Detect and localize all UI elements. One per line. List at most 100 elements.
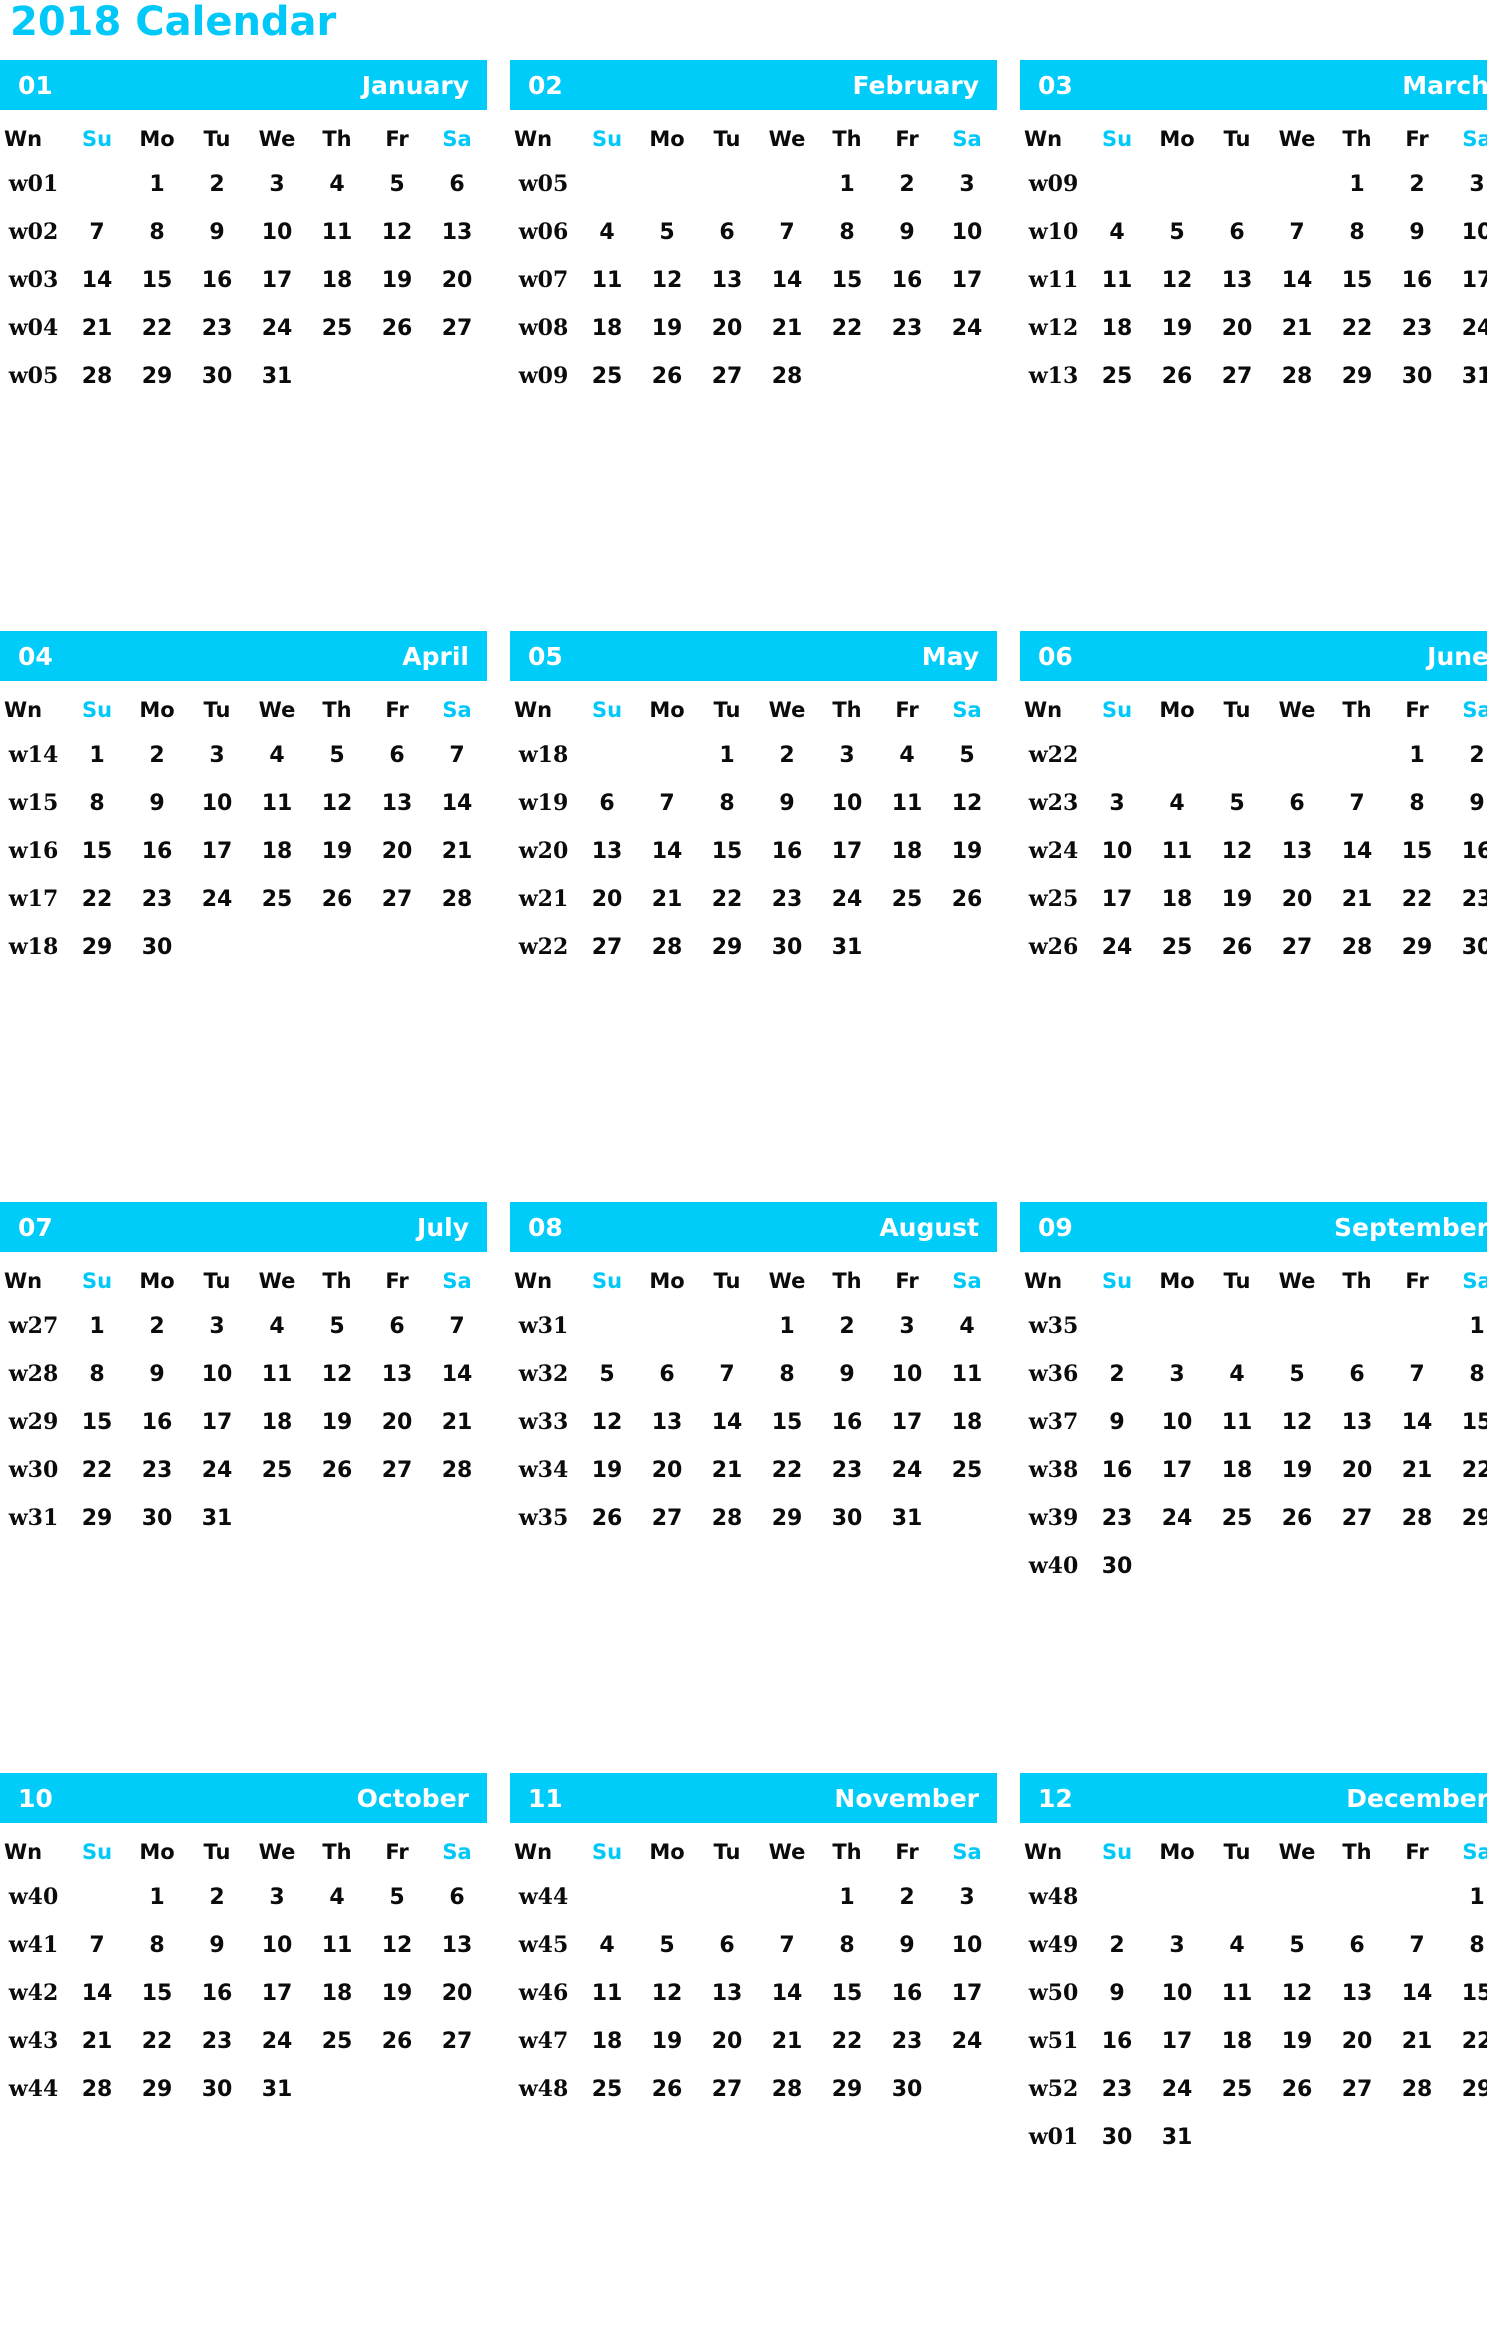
day-cell[interactable]: 19 [1267, 1446, 1327, 1494]
day-cell[interactable]: 28 [1267, 352, 1327, 400]
day-cell[interactable]: 26 [1147, 352, 1207, 400]
day-cell[interactable]: 26 [577, 1494, 637, 1542]
day-cell[interactable]: 14 [67, 1969, 127, 2017]
day-cell[interactable]: 18 [937, 1398, 997, 1446]
day-cell[interactable]: 18 [1087, 304, 1147, 352]
day-cell[interactable]: 22 [817, 2017, 877, 2065]
day-cell[interactable]: 8 [697, 779, 757, 827]
day-cell[interactable]: 16 [817, 1398, 877, 1446]
day-cell[interactable]: 16 [1087, 2017, 1147, 2065]
day-cell[interactable]: 18 [1207, 1446, 1267, 1494]
day-cell[interactable]: 5 [307, 1302, 367, 1350]
day-cell[interactable]: 16 [1087, 1446, 1147, 1494]
day-cell[interactable]: 11 [1087, 256, 1147, 304]
day-cell[interactable]: 10 [1087, 827, 1147, 875]
day-cell[interactable]: 29 [757, 1494, 817, 1542]
day-cell[interactable]: 21 [637, 875, 697, 923]
day-cell[interactable]: 3 [937, 160, 997, 208]
day-cell[interactable]: 28 [1387, 2065, 1447, 2113]
day-cell[interactable]: 15 [67, 827, 127, 875]
day-cell[interactable]: 5 [1267, 1350, 1327, 1398]
day-cell[interactable]: 13 [367, 1350, 427, 1398]
day-cell[interactable]: 27 [577, 923, 637, 971]
day-cell[interactable]: 4 [247, 731, 307, 779]
day-cell[interactable]: 1 [127, 1873, 187, 1921]
day-cell[interactable]: 25 [1147, 923, 1207, 971]
day-cell[interactable]: 2 [1387, 160, 1447, 208]
day-cell[interactable]: 19 [307, 1398, 367, 1446]
day-cell[interactable]: 11 [307, 1921, 367, 1969]
day-cell[interactable]: 23 [187, 304, 247, 352]
day-cell[interactable]: 15 [1447, 1398, 1487, 1446]
day-cell[interactable]: 2 [127, 731, 187, 779]
day-cell[interactable]: 13 [1327, 1969, 1387, 2017]
day-cell[interactable]: 15 [67, 1398, 127, 1446]
day-cell[interactable]: 25 [577, 2065, 637, 2113]
day-cell[interactable]: 31 [247, 2065, 307, 2113]
day-cell[interactable]: 5 [637, 1921, 697, 1969]
day-cell[interactable]: 6 [1207, 208, 1267, 256]
day-cell[interactable]: 7 [427, 1302, 487, 1350]
day-cell[interactable]: 25 [307, 304, 367, 352]
day-cell[interactable]: 2 [1087, 1350, 1147, 1398]
day-cell[interactable]: 14 [637, 827, 697, 875]
day-cell[interactable]: 3 [247, 1873, 307, 1921]
day-cell[interactable]: 9 [877, 208, 937, 256]
day-cell[interactable]: 31 [187, 1494, 247, 1542]
day-cell[interactable]: 14 [1327, 827, 1387, 875]
day-cell[interactable]: 23 [1087, 1494, 1147, 1542]
day-cell[interactable]: 11 [247, 1350, 307, 1398]
day-cell[interactable]: 4 [877, 731, 937, 779]
day-cell[interactable]: 20 [427, 256, 487, 304]
day-cell[interactable]: 27 [1327, 1494, 1387, 1542]
day-cell[interactable]: 26 [367, 2017, 427, 2065]
day-cell[interactable]: 22 [1447, 2017, 1487, 2065]
day-cell[interactable]: 16 [757, 827, 817, 875]
day-cell[interactable]: 30 [127, 1494, 187, 1542]
day-cell[interactable]: 18 [247, 1398, 307, 1446]
day-cell[interactable]: 17 [247, 256, 307, 304]
day-cell[interactable]: 26 [1207, 923, 1267, 971]
day-cell[interactable]: 19 [1207, 875, 1267, 923]
day-cell[interactable]: 20 [427, 1969, 487, 2017]
day-cell[interactable]: 25 [1087, 352, 1147, 400]
day-cell[interactable]: 24 [1147, 1494, 1207, 1542]
day-cell[interactable]: 20 [367, 1398, 427, 1446]
day-cell[interactable]: 29 [1387, 923, 1447, 971]
day-cell[interactable]: 7 [1387, 1350, 1447, 1398]
day-cell[interactable]: 10 [1147, 1969, 1207, 2017]
day-cell[interactable]: 11 [937, 1350, 997, 1398]
day-cell[interactable]: 13 [427, 208, 487, 256]
day-cell[interactable]: 12 [1267, 1969, 1327, 2017]
day-cell[interactable]: 14 [757, 1969, 817, 2017]
day-cell[interactable]: 6 [1327, 1921, 1387, 1969]
day-cell[interactable]: 5 [937, 731, 997, 779]
day-cell[interactable]: 7 [67, 208, 127, 256]
day-cell[interactable]: 28 [67, 352, 127, 400]
day-cell[interactable]: 19 [937, 827, 997, 875]
day-cell[interactable]: 17 [247, 1969, 307, 2017]
day-cell[interactable]: 3 [187, 731, 247, 779]
day-cell[interactable]: 8 [817, 208, 877, 256]
day-cell[interactable]: 12 [637, 1969, 697, 2017]
day-cell[interactable]: 28 [427, 875, 487, 923]
day-cell[interactable]: 22 [817, 304, 877, 352]
day-cell[interactable]: 26 [1267, 2065, 1327, 2113]
day-cell[interactable]: 23 [127, 1446, 187, 1494]
day-cell[interactable]: 4 [1147, 779, 1207, 827]
day-cell[interactable]: 10 [247, 1921, 307, 1969]
day-cell[interactable]: 31 [1447, 352, 1487, 400]
day-cell[interactable]: 4 [937, 1302, 997, 1350]
day-cell[interactable]: 16 [187, 256, 247, 304]
day-cell[interactable]: 17 [1447, 256, 1487, 304]
day-cell[interactable]: 24 [187, 1446, 247, 1494]
day-cell[interactable]: 22 [127, 304, 187, 352]
day-cell[interactable]: 7 [757, 1921, 817, 1969]
day-cell[interactable]: 6 [427, 160, 487, 208]
day-cell[interactable]: 2 [817, 1302, 877, 1350]
day-cell[interactable]: 12 [637, 256, 697, 304]
day-cell[interactable]: 18 [1147, 875, 1207, 923]
day-cell[interactable]: 12 [937, 779, 997, 827]
day-cell[interactable]: 16 [127, 1398, 187, 1446]
day-cell[interactable]: 16 [877, 256, 937, 304]
